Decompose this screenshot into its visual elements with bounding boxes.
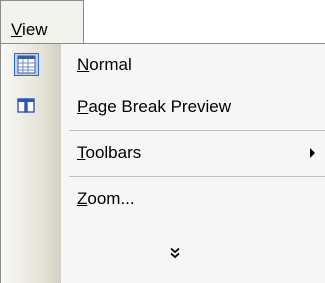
menu-item-toolbars-label: Toolbars <box>77 143 142 162</box>
menu-item-normal[interactable]: Normal <box>1 44 325 86</box>
menu-item-zoom-label: Zoom... <box>77 189 135 208</box>
menu-separator <box>69 130 325 131</box>
expand-chevron-icon <box>170 247 180 259</box>
menu-item-normal-label: Normal <box>77 55 132 74</box>
normal-view-icon <box>14 53 39 76</box>
menu-separator <box>69 176 325 177</box>
menu-view[interactable]: View <box>0 0 84 44</box>
menu-item-toolbars[interactable]: Toolbars <box>1 132 325 174</box>
menu-item-page-break-preview[interactable]: Page Break Preview <box>1 86 325 128</box>
view-menu-dropdown: Normal Page Break Preview Toolbars Zoom.… <box>0 43 325 283</box>
page-break-preview-icon <box>14 95 39 118</box>
menu-view-label: View <box>11 20 48 39</box>
expand-menu-button[interactable] <box>1 236 325 270</box>
menu-item-zoom[interactable]: Zoom... <box>1 178 325 220</box>
submenu-arrow-icon <box>310 148 315 158</box>
menu-item-page-break-preview-label: Page Break Preview <box>77 97 232 116</box>
